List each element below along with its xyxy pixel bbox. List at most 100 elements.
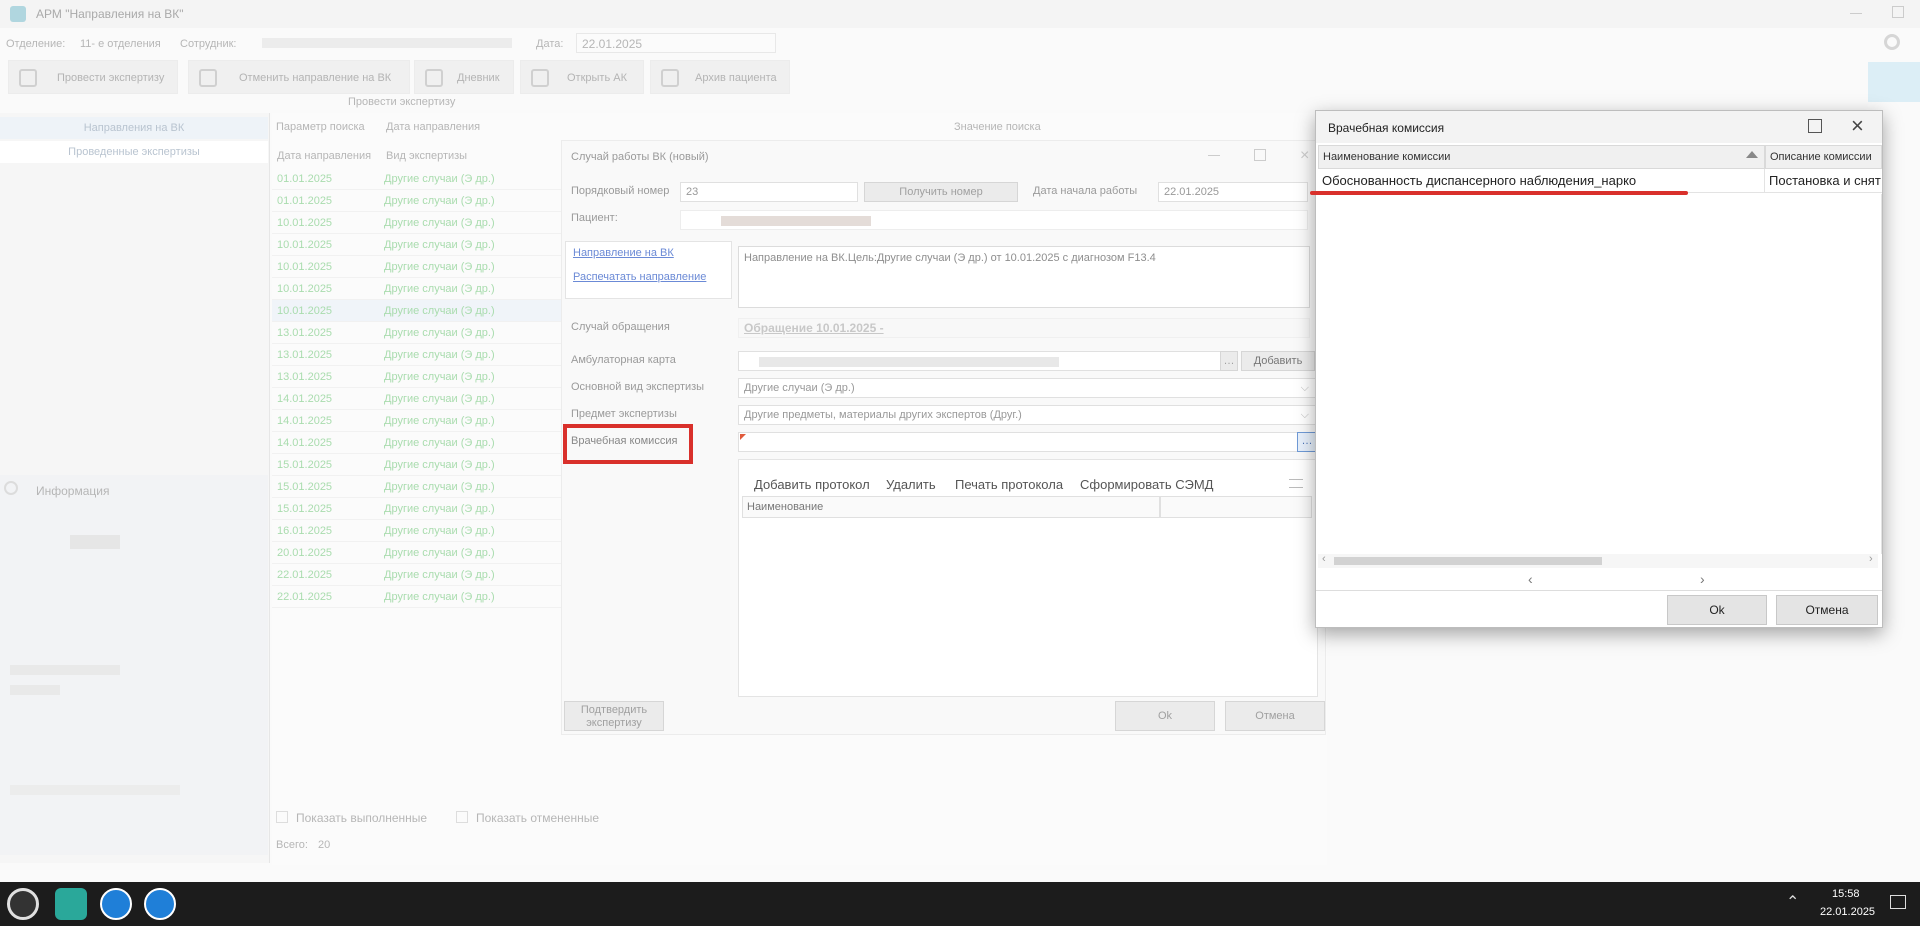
table-row[interactable]: 16.01.2025 Другие случаи (Э др.) — [272, 520, 562, 542]
case-appeal-field[interactable]: Обращение 10.01.2025 - — [738, 318, 1310, 338]
row-date: 22.01.2025 — [277, 591, 333, 603]
patient-field[interactable] — [680, 210, 1308, 230]
app-k-icon[interactable] — [55, 888, 87, 920]
get-number-button[interactable]: Получить номер — [864, 182, 1018, 202]
add-protocol-button[interactable]: Добавить протокол — [754, 477, 870, 492]
dialog-ok-button[interactable]: Ok — [1667, 595, 1767, 625]
mail-icon[interactable] — [1868, 62, 1920, 102]
table-row[interactable]: 13.01.2025 Другие случаи (Э др.) — [272, 366, 562, 388]
left-panel: Направления на ВК Проведенные экспертизы… — [0, 113, 270, 863]
row-type: Другие случаи (Э др.) — [384, 393, 495, 405]
case-form-close-icon[interactable]: × — [1300, 147, 1309, 165]
accessibility-icon-2[interactable] — [144, 888, 176, 920]
scroll-left-icon[interactable]: ‹ — [1322, 553, 1326, 565]
info-redacted-1 — [70, 535, 120, 549]
commission-dots-button[interactable]: … — [1297, 432, 1317, 452]
accessibility-icon-1[interactable] — [100, 888, 132, 920]
info-redacted-3 — [10, 685, 60, 695]
start-date-input[interactable]: 22.01.2025 — [1158, 182, 1308, 202]
required-marker-icon — [740, 434, 746, 440]
prev-icon[interactable]: ‹ — [1528, 571, 1533, 587]
dialog-maximize-icon[interactable] — [1808, 119, 1822, 133]
row-date: 01.01.2025 — [277, 173, 333, 185]
table-row[interactable]: 10.01.2025 Другие случаи (Э др.) — [272, 300, 562, 322]
row-type: Другие случаи (Э др.) — [384, 283, 495, 295]
toolbar-button-diary[interactable]: Дневник — [414, 60, 514, 94]
clock-time: 15:58 — [1832, 888, 1860, 900]
main-type-select[interactable]: Другие случаи (Э др.) ⌵ — [738, 378, 1316, 398]
col-commission-name[interactable]: Наименование комиссии — [1318, 145, 1765, 169]
start-icon[interactable] — [7, 888, 39, 920]
scroll-right-icon[interactable]: › — [1869, 553, 1873, 565]
direction-text-box: Направление на ВК.Цель:Другие случаи (Э … — [738, 246, 1310, 308]
minimize-icon[interactable] — [1850, 13, 1862, 14]
print-direction-link[interactable]: Распечатать направление — [573, 271, 706, 283]
col-commission-desc[interactable]: Описание комиссии — [1765, 145, 1882, 169]
print-protocol-button[interactable]: Печать протокола — [955, 477, 1063, 492]
dept-value: 11- е отделения — [80, 38, 161, 50]
dialog-cancel-button[interactable]: Отмена — [1776, 595, 1878, 625]
form-semd-button[interactable]: Сформировать СЭМД — [1080, 477, 1213, 492]
row-date: 10.01.2025 — [277, 239, 333, 251]
amb-card-field[interactable] — [738, 351, 1228, 371]
show-cancelled-checkbox[interactable] — [456, 811, 468, 823]
table-row[interactable]: 14.01.2025 Другие случаи (Э др.) — [272, 410, 562, 432]
table-row-name[interactable]: Обоснованность диспансерного наблюдения_… — [1318, 169, 1765, 193]
next-icon[interactable]: › — [1700, 571, 1705, 587]
toolbar-button-cancel-direction[interactable]: Отменить направление на ВК — [188, 60, 410, 94]
toolbar-button-patient-archive[interactable]: Архив пациента — [650, 60, 790, 94]
row-date: 14.01.2025 — [277, 437, 333, 449]
protocols-panel — [738, 459, 1318, 697]
tab-directions[interactable]: Направления на ВК — [0, 117, 268, 139]
table-row[interactable]: 15.01.2025 Другие случаи (Э др.) — [272, 476, 562, 498]
table-row[interactable]: 22.01.2025 Другие случаи (Э др.) — [272, 586, 562, 608]
amb-card-dots-button[interactable]: … — [1220, 351, 1238, 371]
table-row[interactable]: 15.01.2025 Другие случаи (Э др.) — [272, 498, 562, 520]
table-row[interactable]: 10.01.2025 Другие случаи (Э др.) — [272, 278, 562, 300]
case-cancel-button[interactable]: Отмена — [1225, 701, 1325, 731]
table-row[interactable]: 14.01.2025 Другие случаи (Э др.) — [272, 432, 562, 454]
table-row[interactable]: 01.01.2025 Другие случаи (Э др.) — [272, 190, 562, 212]
row-type: Другие случаи (Э др.) — [384, 481, 495, 493]
table-row[interactable]: 10.01.2025 Другие случаи (Э др.) — [272, 256, 562, 278]
tab-done-expertises[interactable]: Проведенные экспертизы — [0, 141, 268, 163]
search-param-value[interactable]: Дата направления — [386, 121, 480, 133]
order-label: Порядковый номер — [571, 185, 670, 197]
date-field[interactable]: 22.01.2025 — [576, 33, 776, 53]
case-form-minimize-icon[interactable] — [1208, 155, 1220, 156]
delete-protocol-button[interactable]: Удалить — [886, 477, 936, 492]
table-row[interactable]: 01.01.2025 Другие случаи (Э др.) — [272, 168, 562, 190]
search-param-label: Параметр поиска — [276, 121, 365, 133]
scroll-thumb[interactable] — [1334, 557, 1602, 565]
confirm-expertise-button[interactable]: Подтвердить экспертизу — [564, 701, 664, 731]
table-row[interactable]: 15.01.2025 Другие случаи (Э др.) — [272, 454, 562, 476]
menu-icon[interactable] — [1289, 479, 1303, 488]
title-bar: АРМ "Направления на ВК" — [0, 0, 1920, 28]
case-ok-button[interactable]: Ok — [1115, 701, 1215, 731]
restore-icon[interactable] — [1892, 6, 1904, 18]
table-row[interactable]: 14.01.2025 Другие случаи (Э др.) — [272, 388, 562, 410]
gear-icon[interactable] — [1884, 34, 1900, 50]
notification-icon[interactable] — [1890, 895, 1906, 909]
subject-select[interactable]: Другие предметы, материалы других экспер… — [738, 405, 1316, 425]
table-row-desc[interactable]: Постановка и снят — [1765, 169, 1882, 193]
direction-link[interactable]: Направление на ВК — [573, 247, 674, 259]
dialog-close-icon[interactable]: × — [1851, 113, 1864, 139]
toolbar-button-expertise[interactable]: Провести экспертизу — [8, 60, 178, 94]
table-row[interactable]: 10.01.2025 Другие случаи (Э др.) — [272, 212, 562, 234]
horizontal-scrollbar[interactable]: ‹ › — [1318, 553, 1878, 568]
row-type: Другие случаи (Э др.) — [384, 239, 495, 251]
tray-chevron-icon[interactable]: ⌃ — [1786, 892, 1799, 912]
table-row[interactable]: 13.01.2025 Другие случаи (Э др.) — [272, 322, 562, 344]
table-row[interactable]: 22.01.2025 Другие случаи (Э др.) — [272, 564, 562, 586]
table-row[interactable]: 10.01.2025 Другие случаи (Э др.) — [272, 234, 562, 256]
toolbar-button-open-ak[interactable]: Открыть АК — [520, 60, 644, 94]
add-button[interactable]: Добавить — [1241, 351, 1315, 371]
table-row[interactable]: 13.01.2025 Другие случаи (Э др.) — [272, 344, 562, 366]
order-input[interactable]: 23 — [680, 182, 858, 202]
show-done-checkbox[interactable] — [276, 811, 288, 823]
info-gear-icon — [4, 481, 18, 495]
table-row[interactable]: 20.01.2025 Другие случаи (Э др.) — [272, 542, 562, 564]
case-form-restore-icon[interactable] — [1254, 149, 1266, 161]
commission-field[interactable] — [738, 432, 1298, 452]
